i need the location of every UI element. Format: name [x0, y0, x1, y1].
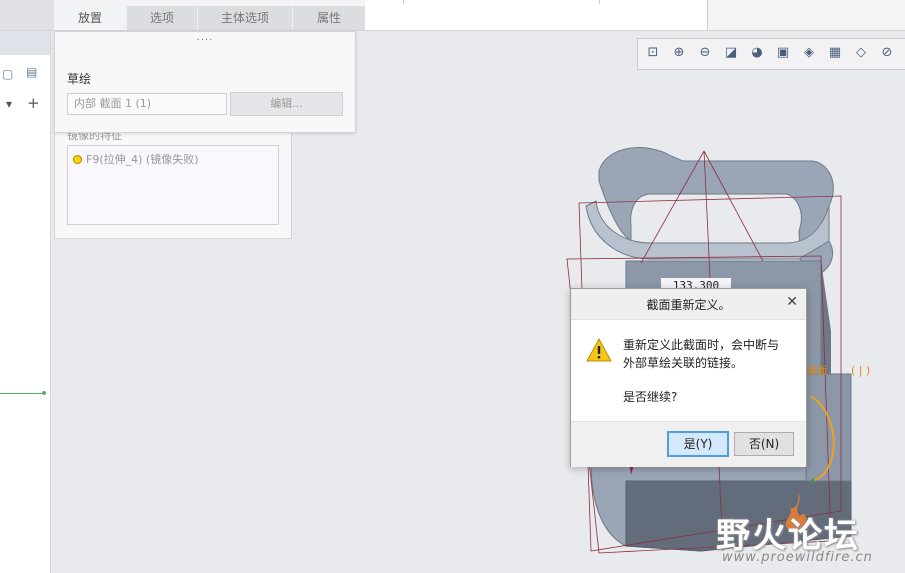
- add-icon[interactable]: +: [27, 94, 40, 112]
- redefine-section-dialog: 截面重新定义。 ✕ 重新定义此截面时，会中断与 外部草绘关联的链接。 是否继续?…: [570, 288, 807, 467]
- view-toolbar: ⊡ ⊕ ⊖ ◪ ◕ ▣ ◈ ▦ ◇ ⊘: [637, 38, 905, 70]
- dashboard-tabs: 放置 选项 主体选项 属性: [54, 6, 366, 30]
- sketch-collector[interactable]: 内部 截面 1 (1): [67, 93, 227, 115]
- list-item[interactable]: F9(拉伸_4) (镜像失败): [73, 151, 199, 167]
- zoom-out-icon[interactable]: ⊖: [697, 45, 713, 61]
- green-datum-line: [0, 393, 44, 394]
- tab-properties[interactable]: 属性: [293, 6, 366, 30]
- model-tree-header: [0, 31, 50, 55]
- panel-drag-handle[interactable]: ....: [55, 32, 355, 43]
- display-style-icon[interactable]: ◕: [749, 45, 765, 61]
- list-item-label: F9(拉伸_4) (镜像失败): [86, 153, 199, 166]
- dialog-footer: 是(Y) 否(N): [571, 421, 806, 467]
- dialog-title: 截面重新定义。: [646, 298, 731, 312]
- ribbon-left-area: [0, 0, 54, 30]
- tree-filter-icon[interactable]: ▢: [2, 67, 13, 81]
- warning-icon: [586, 338, 612, 362]
- view-manager-icon[interactable]: ◈: [801, 45, 817, 61]
- tab-placement[interactable]: 放置: [54, 6, 127, 30]
- datum-display-icon[interactable]: ⊘: [879, 45, 895, 61]
- section-bracket: ( | ): [851, 364, 870, 377]
- dialog-titlebar[interactable]: 截面重新定义。 ✕: [571, 289, 806, 320]
- edit-button[interactable]: 编辑...: [230, 92, 343, 116]
- repaint-icon[interactable]: ◪: [723, 45, 739, 61]
- placement-panel: .... 草绘 内部 截面 1 (1) 编辑...: [54, 31, 356, 133]
- mirror-features-list[interactable]: F9(拉伸_4) (镜像失败): [67, 145, 279, 225]
- saved-views-icon[interactable]: ▣: [775, 45, 791, 61]
- yes-button[interactable]: 是(Y): [667, 431, 729, 457]
- watermark-url: www.proewildfire.cn: [722, 550, 873, 565]
- ribbon-bar: 放置 选项 主体选项 属性: [0, 0, 905, 31]
- zoom-fit-icon[interactable]: ⊡: [645, 45, 661, 61]
- sketch-label: 草绘: [67, 72, 92, 86]
- zoom-in-icon[interactable]: ⊕: [671, 45, 687, 61]
- status-dot-icon: [73, 155, 82, 164]
- dialog-message-line1: 重新定义此截面时，会中断与: [623, 338, 780, 352]
- perspective-icon[interactable]: ▦: [827, 45, 843, 61]
- close-icon[interactable]: ✕: [786, 294, 798, 310]
- tree-settings-icon[interactable]: ▤: [26, 65, 37, 79]
- green-datum-point: [42, 391, 46, 395]
- chevron-down-icon[interactable]: ▾: [6, 97, 12, 111]
- tab-options[interactable]: 选项: [127, 6, 198, 30]
- no-button[interactable]: 否(N): [734, 432, 794, 456]
- spin-center-icon[interactable]: ◇: [853, 45, 869, 61]
- model-tree-panel: ▢ ▤ ▾ +: [0, 31, 51, 573]
- section-tag: 截面: [807, 364, 827, 377]
- mirror-features-panel: 镜像的特征 F9(拉伸_4) (镜像失败): [54, 125, 292, 239]
- dialog-question: 是否继续?: [623, 390, 678, 404]
- arc-endpoint: [811, 479, 815, 483]
- tab-body-options[interactable]: 主体选项: [198, 6, 293, 30]
- dialog-message-line2: 外部草绘关联的链接。: [623, 356, 744, 370]
- ribbon-right-area: [365, 0, 708, 30]
